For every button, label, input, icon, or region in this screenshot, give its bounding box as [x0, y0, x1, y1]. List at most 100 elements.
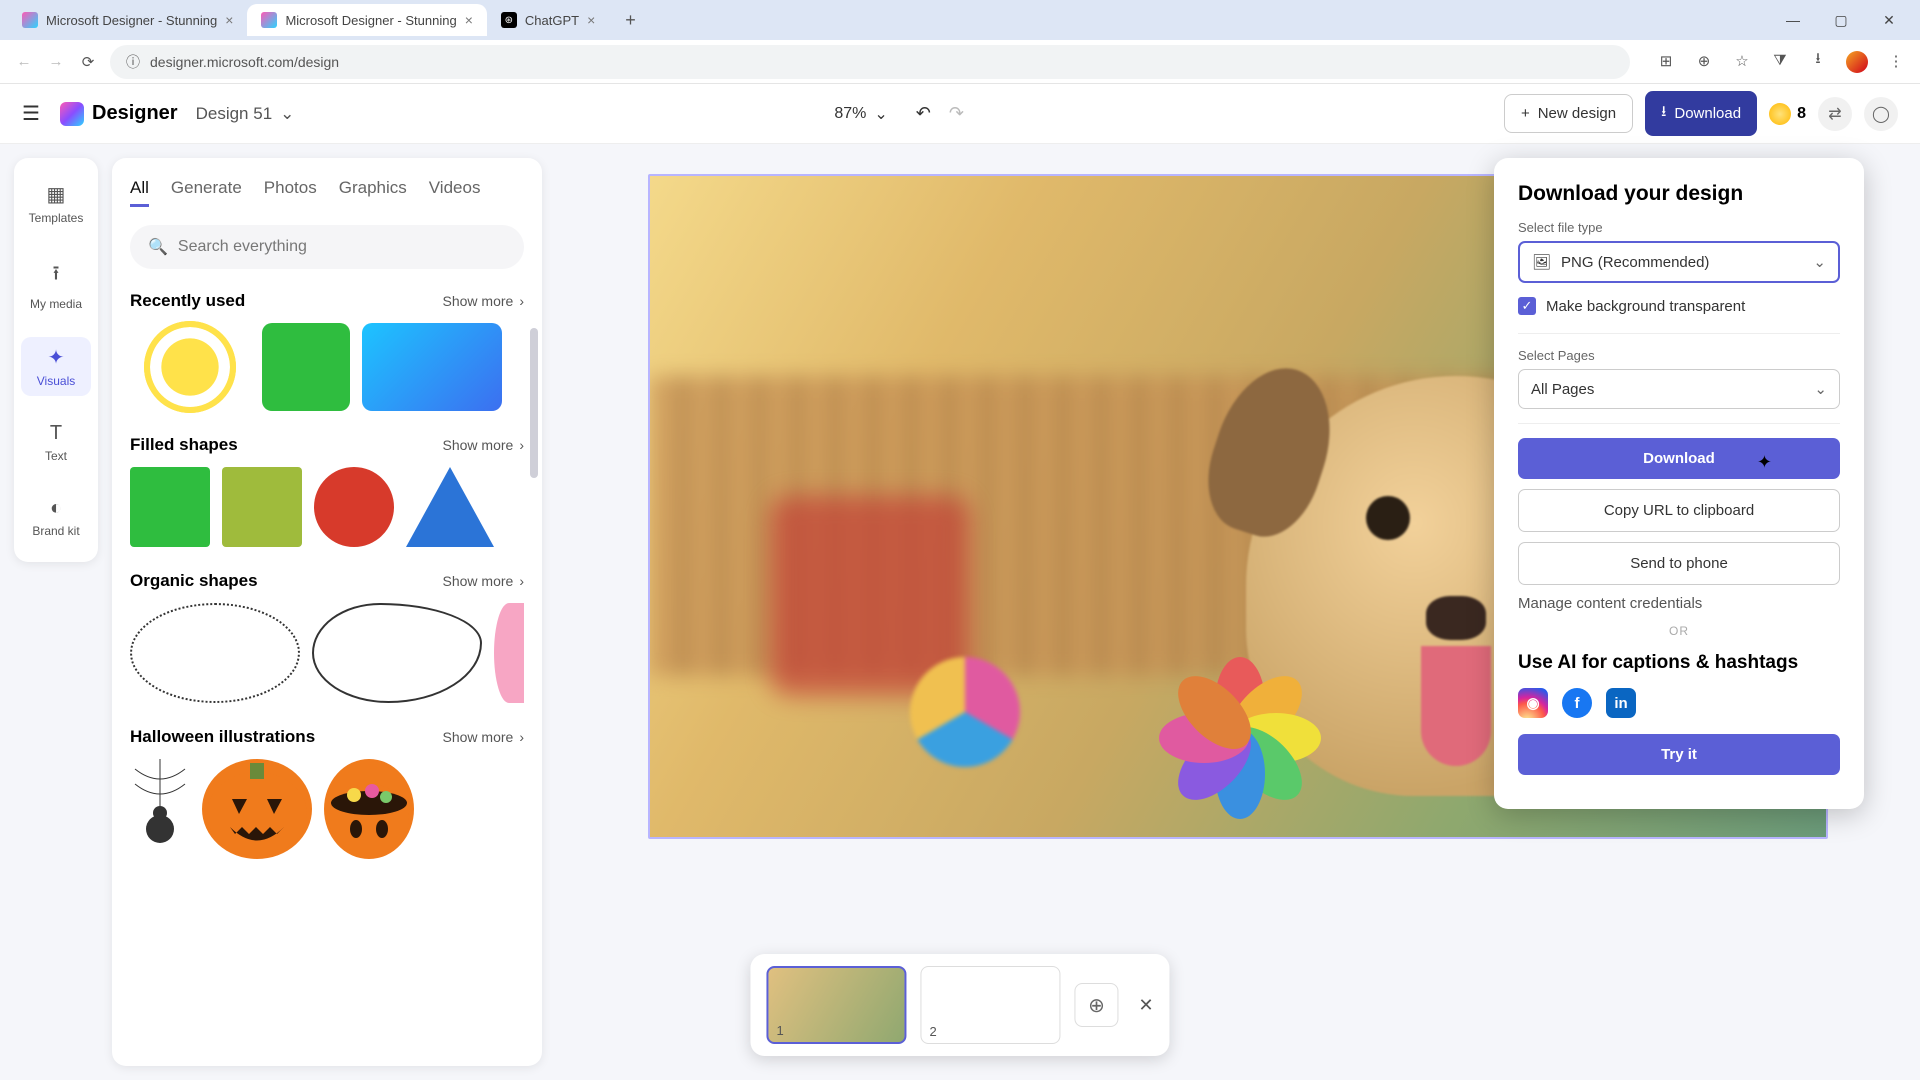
new-design-button[interactable]: + New design — [1504, 94, 1633, 133]
asset-blue-gradient[interactable] — [362, 323, 502, 411]
transparent-checkbox-row[interactable]: ✓ Make background transparent — [1518, 297, 1840, 315]
show-more-button[interactable]: Show more › — [443, 729, 524, 745]
undo-icon[interactable]: ↶ — [916, 103, 931, 124]
asset-green-square[interactable] — [262, 323, 350, 411]
organic-shape-blob[interactable] — [312, 603, 482, 703]
pages-label: Select Pages — [1518, 348, 1840, 363]
illustration-pumpkin-face[interactable] — [202, 759, 312, 859]
canvas-ball — [910, 657, 1020, 767]
show-more-button[interactable]: Show more › — [443, 293, 524, 309]
profile-avatar-icon[interactable] — [1846, 51, 1868, 73]
hamburger-icon[interactable]: ☰ — [22, 101, 42, 126]
panel-tab-graphics[interactable]: Graphics — [339, 178, 407, 207]
rail-label: Visuals — [37, 374, 75, 388]
page-thumbnail[interactable]: 2 — [920, 966, 1060, 1044]
install-app-icon[interactable]: ⊞ — [1656, 51, 1676, 71]
page-thumbnail[interactable]: 1 — [766, 966, 906, 1044]
shape-square-green[interactable] — [130, 467, 210, 547]
instagram-icon[interactable]: ◉ — [1518, 688, 1548, 718]
logo-icon — [60, 102, 84, 126]
rail-templates[interactable]: ▦ Templates — [21, 174, 91, 233]
close-window-icon[interactable]: ✕ — [1866, 4, 1912, 36]
show-more-label: Show more — [443, 729, 514, 745]
forward-icon[interactable]: → — [46, 52, 66, 72]
new-tab-button[interactable]: + — [617, 6, 644, 35]
site-info-icon[interactable]: ⓘ — [126, 52, 140, 72]
organic-shape-dotted[interactable] — [130, 603, 300, 703]
illustration-spider[interactable] — [130, 759, 190, 859]
redo-icon: ↷ — [949, 103, 964, 124]
close-icon[interactable]: × — [225, 12, 233, 28]
favicon-icon — [261, 12, 277, 28]
try-it-button[interactable]: Try it — [1518, 734, 1840, 775]
account-icon[interactable]: ◯ — [1864, 97, 1898, 131]
download-popover: Download your design Select file type 🖼 … — [1494, 158, 1864, 809]
visuals-icon: ✦ — [48, 345, 65, 370]
add-page-button[interactable]: ⊕ — [1074, 983, 1118, 1027]
rail-brand-kit[interactable]: ◐ Brand kit — [21, 489, 91, 546]
new-design-label: New design — [1538, 105, 1616, 122]
zoom-level[interactable]: 87% — [834, 105, 866, 123]
file-type-select[interactable]: 🖼 PNG (Recommended) ⌄ — [1518, 241, 1840, 283]
illustration-pumpkin-candy[interactable] — [324, 759, 414, 859]
show-more-button[interactable]: Show more › — [443, 437, 524, 453]
download-icon: ⭳ — [1661, 101, 1666, 126]
close-tray-icon[interactable]: ✕ — [1138, 995, 1153, 1016]
panel-tab-generate[interactable]: Generate — [171, 178, 242, 207]
pages-select[interactable]: All Pages ⌄ — [1518, 369, 1840, 409]
bookmark-icon[interactable]: ☆ — [1732, 51, 1752, 71]
asset-sun[interactable] — [130, 323, 250, 411]
chevron-down-icon[interactable]: ⌄ — [874, 104, 887, 124]
rail-text[interactable]: T Text — [21, 414, 91, 471]
downloads-icon[interactable]: ⭳ — [1808, 51, 1828, 71]
panel-tab-photos[interactable]: Photos — [264, 178, 317, 207]
url-input[interactable]: ⓘ designer.microsoft.com/design — [110, 45, 1630, 79]
search-input[interactable]: 🔍 Search everything — [130, 225, 524, 269]
maximize-icon[interactable]: ▢ — [1818, 4, 1864, 36]
zoom-icon[interactable]: ⊕ — [1694, 51, 1714, 71]
chevron-down-icon: ⌄ — [1813, 253, 1826, 271]
manage-credentials-link[interactable]: Manage content credentials — [1518, 595, 1840, 612]
rail-my-media[interactable]: ⭱ My media — [21, 251, 91, 319]
shape-circle-red[interactable] — [314, 467, 394, 547]
browser-tab[interactable]: ⊛ ChatGPT × — [487, 4, 609, 36]
close-icon[interactable]: × — [465, 12, 473, 28]
palette-icon: ◐ — [50, 497, 62, 520]
organic-shape-partial[interactable] — [494, 603, 524, 703]
send-to-phone-button[interactable]: Send to phone — [1518, 542, 1840, 585]
linkedin-icon[interactable]: in — [1606, 688, 1636, 718]
reload-icon[interactable]: ⟳ — [78, 52, 98, 72]
tab-title: Microsoft Designer - Stunning — [46, 13, 217, 28]
share-icon[interactable]: ⇄ — [1818, 97, 1852, 131]
shape-triangle-blue[interactable] — [406, 467, 494, 547]
scrollbar-thumb[interactable] — [530, 328, 538, 478]
section-title: Recently used — [130, 291, 245, 311]
copy-url-button[interactable]: Copy URL to clipboard — [1518, 489, 1840, 532]
minimize-icon[interactable]: — — [1770, 4, 1816, 36]
chevron-right-icon: › — [519, 293, 524, 309]
or-divider: OR — [1518, 624, 1840, 638]
browser-tab[interactable]: Microsoft Designer - Stunning × — [247, 4, 486, 36]
facebook-icon[interactable]: f — [1562, 688, 1592, 718]
design-name-dropdown[interactable]: Design 51 ⌄ — [196, 104, 295, 124]
app-logo[interactable]: Designer — [60, 102, 178, 126]
chrome-menu-icon[interactable]: ⋮ — [1886, 51, 1906, 71]
show-more-button[interactable]: Show more › — [443, 573, 524, 589]
back-icon[interactable]: ← — [14, 52, 34, 72]
rail-visuals[interactable]: ✦ Visuals — [21, 337, 91, 396]
image-icon: 🖼 — [1532, 253, 1551, 271]
panel-tab-videos[interactable]: Videos — [429, 178, 481, 207]
panel-tab-all[interactable]: All — [130, 178, 149, 207]
browser-tab[interactable]: Microsoft Designer - Stunning × — [8, 4, 247, 36]
section-title: Organic shapes — [130, 571, 258, 591]
left-rail: ▦ Templates ⭱ My media ✦ Visuals T Text … — [14, 158, 98, 562]
app-top-bar: ☰ Designer Design 51 ⌄ 87% ⌄ ↶ ↷ + New d… — [0, 84, 1920, 144]
download-confirm-button[interactable]: Download — [1518, 438, 1840, 479]
close-icon[interactable]: × — [587, 12, 595, 28]
credits-badge[interactable]: 8 — [1769, 103, 1806, 125]
templates-icon: ▦ — [47, 182, 66, 207]
download-button[interactable]: ⭳ Download — [1645, 91, 1757, 136]
shape-square-olive[interactable] — [222, 467, 302, 547]
extensions-icon[interactable]: ⧩ — [1770, 51, 1790, 71]
brand-label: Designer — [92, 102, 178, 125]
